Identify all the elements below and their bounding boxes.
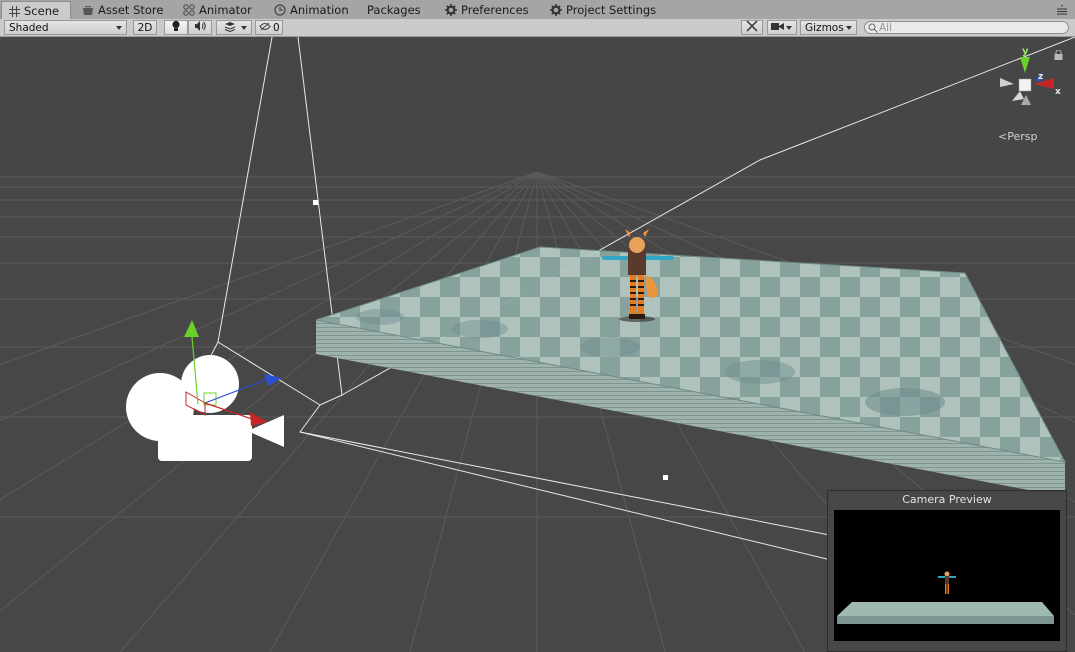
- gear-icon: [550, 4, 562, 16]
- gizmos-dropdown[interactable]: Gizmos: [800, 20, 857, 35]
- hidden-objects-toggle[interactable]: 0: [255, 20, 283, 35]
- lock-icon[interactable]: [1054, 49, 1063, 63]
- scene-viewport[interactable]: y z x <Persp Camera Preview: [0, 37, 1075, 652]
- frustum-handle[interactable]: [313, 200, 318, 205]
- shading-mode-label: Shaded: [9, 21, 49, 34]
- toggle-2d-label: 2D: [137, 21, 153, 34]
- tab-bar: Scene Asset Store Animator Animation Pac…: [0, 0, 1075, 20]
- camera-preview-title: Camera Preview: [902, 493, 992, 506]
- toggle-2d-button[interactable]: 2D: [133, 20, 157, 35]
- camera-icon: [771, 22, 784, 34]
- tab-label: Asset Store: [98, 3, 164, 17]
- tools-button[interactable]: [741, 20, 763, 35]
- animator-icon: [183, 4, 195, 16]
- search-input[interactable]: All: [864, 21, 1069, 34]
- camera-preview-screen: [834, 510, 1060, 641]
- camera-settings-dropdown[interactable]: [767, 20, 797, 35]
- frustum-handle[interactable]: [663, 475, 668, 480]
- orientation-gizmo[interactable]: y z x: [990, 43, 1062, 116]
- camera-preview-panel: Camera Preview: [827, 490, 1067, 652]
- clock-icon: [274, 4, 286, 16]
- projection-label: Persp: [1007, 130, 1038, 143]
- tab-preferences[interactable]: Preferences: [439, 1, 535, 19]
- speaker-icon: [194, 21, 206, 34]
- shading-mode-dropdown[interactable]: Shaded: [4, 20, 127, 35]
- store-icon: [82, 4, 94, 16]
- axis-x-label: x: [1055, 87, 1061, 97]
- tab-asset-store[interactable]: Asset Store: [76, 1, 170, 19]
- tab-label: Project Settings: [566, 3, 657, 17]
- chevron-down-icon: [786, 26, 792, 30]
- chevron-down-icon: [241, 26, 247, 30]
- search-placeholder: All: [879, 21, 893, 34]
- chevron-down-icon: [116, 26, 122, 30]
- axis-y-cone: [1020, 57, 1030, 73]
- lightbulb-icon: [171, 20, 181, 35]
- tab-animation[interactable]: Animation: [268, 1, 355, 19]
- tab-label: Animator: [199, 3, 252, 17]
- scene-toolbar: Shaded 2D 0 Gizmos All: [0, 19, 1075, 37]
- perspective-chevron-icon: <: [998, 130, 1008, 143]
- tab-label: Preferences: [461, 3, 529, 17]
- lighting-toggle[interactable]: [164, 20, 188, 35]
- effects-dropdown[interactable]: [216, 20, 252, 35]
- tab-animator[interactable]: Animator: [177, 1, 258, 19]
- tab-label: Animation: [290, 3, 349, 17]
- tab-project-settings[interactable]: Project Settings: [544, 1, 662, 19]
- gear-icon: [445, 4, 457, 16]
- audio-toggle[interactable]: [188, 20, 212, 35]
- eye-slash-icon: [259, 22, 271, 34]
- tab-label: Scene: [24, 4, 60, 18]
- tab-packages[interactable]: Packages: [361, 1, 427, 19]
- tab-scene[interactable]: Scene: [1, 1, 71, 20]
- tools-icon: [746, 20, 758, 35]
- projection-toggle[interactable]: <Persp: [998, 130, 1037, 143]
- axis-y-label: y: [1022, 46, 1029, 57]
- layers-icon: [224, 21, 236, 35]
- axis-z-label: z: [1038, 72, 1043, 82]
- grid-icon: [8, 5, 20, 17]
- hidden-count: 0: [273, 21, 280, 34]
- tab-menu-icon[interactable]: [1055, 3, 1069, 15]
- tab-label: Packages: [367, 3, 421, 17]
- search-icon: [868, 23, 878, 36]
- gizmos-label: Gizmos: [805, 21, 844, 34]
- chevron-down-icon: [846, 26, 852, 30]
